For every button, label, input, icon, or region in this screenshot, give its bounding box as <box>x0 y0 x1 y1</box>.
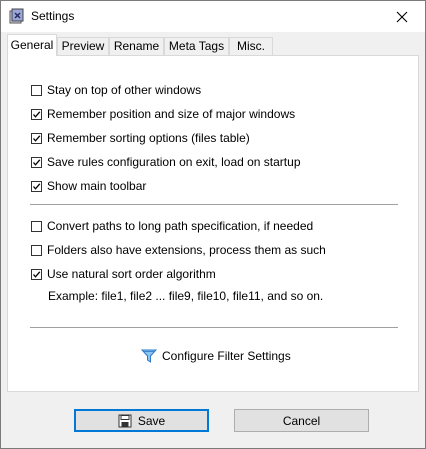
option-remember-sorting[interactable]: Remember sorting options (files table) <box>31 130 250 146</box>
settings-window: Settings General Preview Rename Meta Tag… <box>0 0 426 449</box>
filter-icon <box>141 349 157 363</box>
title-bar: Settings <box>1 1 425 32</box>
save-button[interactable]: Save <box>74 409 209 432</box>
cancel-label: Cancel <box>282 413 321 428</box>
tab-preview[interactable]: Preview <box>57 37 109 55</box>
close-button[interactable] <box>379 1 425 32</box>
configure-filter-label: Configure Filter Settings <box>162 349 291 363</box>
close-icon <box>396 11 408 22</box>
option-save-rules[interactable]: Save rules configuration on exit, load o… <box>31 154 301 170</box>
checkbox[interactable] <box>31 268 42 280</box>
checkbox[interactable] <box>31 220 42 232</box>
checkmark-icon <box>33 270 41 278</box>
option-stay-on-top[interactable]: Stay on top of other windows <box>31 82 201 98</box>
save-label: Save <box>137 413 166 428</box>
configure-filter-link[interactable]: Configure Filter Settings <box>141 347 291 365</box>
option-long-paths[interactable]: Convert paths to long path specification… <box>31 218 313 234</box>
tab-misc[interactable]: Misc. <box>229 37 273 55</box>
option-natural-sort[interactable]: Use natural sort order algorithm <box>31 266 216 282</box>
checkbox[interactable] <box>31 244 42 256</box>
checkbox[interactable] <box>31 84 42 96</box>
separator <box>30 204 398 205</box>
option-label: Save rules configuration on exit, load o… <box>47 155 301 169</box>
checkbox[interactable] <box>31 108 42 120</box>
option-label: Remember sorting options (files table) <box>47 131 250 145</box>
checkmark-icon <box>33 134 41 142</box>
option-show-toolbar[interactable]: Show main toolbar <box>31 178 146 194</box>
natural-sort-example: Example: file1, file2 ... file9, file10,… <box>48 289 324 303</box>
app-icon <box>9 8 25 24</box>
tab-rename[interactable]: Rename <box>109 37 164 55</box>
option-label: Stay on top of other windows <box>47 83 202 97</box>
checkbox[interactable] <box>31 132 42 144</box>
tab-general[interactable]: General <box>7 34 57 56</box>
checkmark-icon <box>33 110 41 118</box>
window-title: Settings <box>31 9 75 23</box>
checkmark-icon <box>33 158 41 166</box>
general-panel: Stay on top of other windows Remember po… <box>7 55 419 392</box>
option-folder-extensions[interactable]: Folders also have extensions, process th… <box>31 242 326 258</box>
separator <box>30 327 398 328</box>
checkbox[interactable] <box>31 156 42 168</box>
tab-meta-tags[interactable]: Meta Tags <box>164 37 229 55</box>
option-label: Convert paths to long path specification… <box>47 219 314 233</box>
option-label: Folders also have extensions, process th… <box>47 243 326 257</box>
checkmark-icon <box>33 182 41 190</box>
option-label: Use natural sort order algorithm <box>47 267 216 281</box>
option-label: Remember position and size of major wind… <box>47 107 296 121</box>
save-icon <box>118 414 132 428</box>
option-remember-position[interactable]: Remember position and size of major wind… <box>31 106 295 122</box>
checkbox[interactable] <box>31 180 42 192</box>
cancel-button[interactable]: Cancel <box>234 409 369 432</box>
option-label: Show main toolbar <box>47 179 147 193</box>
